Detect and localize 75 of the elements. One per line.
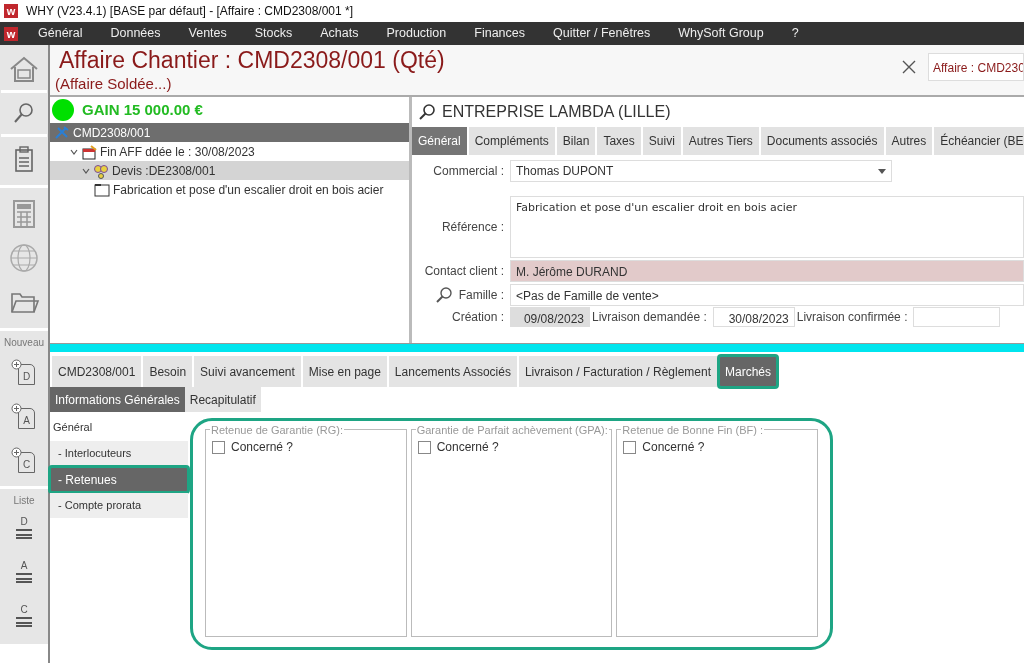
field-label: Commercial : [432, 163, 505, 180]
tab[interactable]: Documents associés [760, 127, 886, 155]
expand-caret-icon[interactable] [70, 147, 78, 156]
close-icon[interactable] [902, 60, 916, 74]
page-subtitle: (Affaire Soldée...) [54, 74, 173, 94]
checkbox[interactable] [417, 440, 431, 454]
field-label: Contact client : [423, 263, 505, 280]
date-field: 09/08/2023 [510, 307, 590, 327]
tab[interactable]: Général [412, 127, 469, 155]
section-label: Nouveau [4, 336, 44, 350]
tab[interactable]: Mise en page [302, 356, 387, 387]
checkbox[interactable] [623, 440, 637, 454]
tab[interactable]: Suivi [642, 127, 683, 155]
tab[interactable]: Informations Générales [50, 387, 185, 412]
family-field[interactable]: <Pas de Famille de vente> [510, 284, 1024, 306]
date-field[interactable]: 30/08/2023 [712, 307, 795, 327]
checkbox-label: Concerné ? [231, 439, 294, 456]
tab[interactable]: Recapitulatif [184, 387, 261, 412]
page-title: Affaire Chantier : CMD2308/001 (Qté) [58, 46, 446, 73]
reference-textarea[interactable]: Fabrication et pose d'un escalier droit en bois acier [510, 196, 1024, 258]
tree-item[interactable]: Fabrication et pose d'un escalier droit en bois acier [113, 180, 384, 199]
nav-item[interactable]: - Compte prorata [50, 493, 188, 518]
menu-item[interactable]: ? [777, 24, 813, 43]
menu-item[interactable]: Production [372, 24, 461, 43]
tab[interactable]: Suivi avancement [194, 356, 301, 387]
menu-item[interactable]: Stocks [240, 24, 307, 43]
app-logo: w [4, 26, 18, 41]
tab[interactable]: Bilan [556, 127, 598, 155]
window-title: WHY (V23.4.1) [BASE par défaut] - [Affaire : CMD2308/001 *] [26, 3, 354, 20]
globe-icon[interactable] [8, 242, 40, 274]
menu-item[interactable]: WhySoft Group [664, 24, 778, 43]
tab[interactable]: Échéancier (BE [934, 127, 1024, 155]
field-label: Livraison demandée : [591, 309, 708, 326]
menu-item[interactable]: Ventes [174, 24, 241, 43]
checkbox[interactable] [212, 440, 225, 454]
client-name: ENTREPRISE LAMBDA (LILLE) [442, 102, 671, 122]
people-icon [93, 162, 109, 179]
commercial-dropdown[interactable]: Thomas DUPONT [510, 160, 892, 182]
tools-icon [54, 124, 70, 141]
menu-item[interactable]: Données [96, 24, 175, 43]
tab[interactable]: Compléments [468, 127, 557, 155]
date-field[interactable] [913, 307, 1001, 327]
profit-label: GAIN 15 000.00 € [82, 99, 203, 120]
section-label: Liste [13, 494, 35, 508]
search-icon[interactable] [434, 286, 453, 304]
tab[interactable]: Taxes [597, 127, 643, 155]
tab[interactable]: Autres Tiers [682, 127, 761, 155]
status-dot [52, 99, 74, 121]
field-label: Référence : [440, 219, 505, 236]
tab[interactable]: Lancements Associés [388, 356, 517, 387]
contact-field[interactable]: M. Jérôme DURAND [510, 260, 1024, 282]
menu-item[interactable]: Général [24, 24, 97, 43]
tab[interactable]: Autres [885, 127, 935, 155]
app-logo: w [4, 4, 18, 18]
field-label: Famille : [458, 287, 504, 304]
tab[interactable]: CMD2308/001 [52, 356, 142, 387]
tab[interactable]: Besoin [143, 356, 193, 387]
checkbox-label: Concerné ? [436, 439, 499, 456]
menu-item[interactable]: Quitter / Fenêtres [539, 24, 665, 43]
field-label: Création : [450, 309, 505, 326]
tab[interactable]: Livraison / Facturation / Règlement [518, 356, 717, 387]
tree-item[interactable]: Fin AFF ddée le : 30/08/2023 [100, 142, 255, 161]
menu-item[interactable]: Achats [306, 24, 373, 43]
nav-item[interactable]: - Retenues [50, 467, 188, 492]
search-icon[interactable] [418, 103, 436, 121]
dropdown-caret-icon [878, 168, 886, 174]
menu-item[interactable]: Finances [460, 24, 539, 43]
expand-caret-icon[interactable] [82, 166, 90, 175]
field-label: Livraison confirmée : [795, 309, 909, 326]
page-icon [94, 181, 110, 198]
calendar-icon [81, 143, 97, 160]
checkbox-label: Concerné ? [642, 439, 705, 456]
splitter-bar[interactable] [50, 343, 1024, 352]
nav-item[interactable]: - Interlocuteurs [50, 441, 188, 466]
tab[interactable]: Marchés [719, 356, 778, 387]
